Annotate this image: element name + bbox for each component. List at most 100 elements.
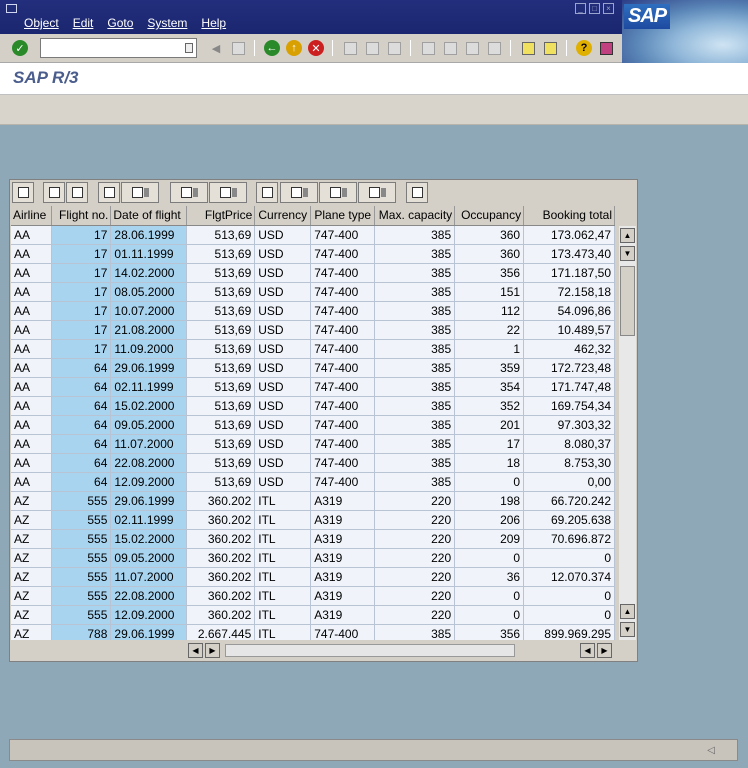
table-cell[interactable]: 198 [454, 491, 525, 511]
table-cell[interactable]: AA [11, 282, 53, 302]
table-cell[interactable]: 206 [454, 510, 525, 530]
table-cell[interactable]: USD [254, 434, 312, 454]
previous-page-icon[interactable] [441, 39, 459, 57]
table-cell[interactable]: 513,69 [186, 282, 256, 302]
table-cell[interactable]: 385 [374, 377, 456, 397]
table-cell[interactable]: 17 [51, 282, 112, 302]
table-cell[interactable]: 17 [454, 434, 525, 454]
table-cell[interactable]: 513,69 [186, 244, 256, 264]
table-cell[interactable]: 360.202 [186, 586, 256, 606]
column-header[interactable]: Flight no. [51, 206, 112, 226]
table-cell[interactable]: ITL [254, 548, 312, 568]
table-cell[interactable]: USD [254, 263, 312, 283]
print-icon[interactable] [341, 39, 359, 57]
table-cell[interactable]: 22.08.2000 [110, 586, 188, 606]
table-cell[interactable]: ITL [254, 510, 312, 530]
scroll-left-icon[interactable]: ◀ [580, 643, 595, 658]
horizontal-scrollbar[interactable]: ◀ ▶ ◀ ▶ [188, 642, 614, 659]
table-cell[interactable]: AA [11, 225, 53, 245]
table-cell[interactable]: A319 [310, 586, 376, 606]
create-session-icon[interactable] [519, 39, 537, 57]
table-cell[interactable]: 15.02.2000 [110, 396, 188, 416]
minimize-icon[interactable]: _ [575, 3, 586, 14]
table-cell[interactable]: USD [254, 415, 312, 435]
table-cell[interactable]: 385 [374, 624, 456, 640]
table-cell[interactable]: 220 [374, 548, 456, 568]
table-cell[interactable]: 747-400 [310, 415, 376, 435]
table-cell[interactable]: 8.080,37 [523, 434, 615, 454]
table-cell[interactable]: 513,69 [186, 396, 256, 416]
table-cell[interactable]: A319 [310, 510, 376, 530]
vertical-scrollbar[interactable]: ▲ ▼ ▲ ▼ [619, 226, 636, 640]
table-cell[interactable]: 0,00 [523, 472, 615, 492]
table-cell[interactable]: 555 [51, 605, 112, 625]
save-icon[interactable] [229, 39, 247, 57]
column-header[interactable]: FlgtPrice [186, 206, 256, 226]
table-row[interactable]: AZ 555 02.11.1999 360.202 ITL A319 220 206 69.20… [11, 510, 615, 530]
table-cell[interactable]: AA [11, 301, 53, 321]
table-cell[interactable]: 0 [454, 472, 525, 492]
table-cell[interactable]: 17 [51, 339, 112, 359]
table-cell[interactable]: 555 [51, 586, 112, 606]
scroll-down-icon[interactable]: ▼ [620, 622, 635, 637]
table-cell[interactable]: 22 [454, 320, 525, 340]
table-row[interactable]: AA 17 28.06.1999 513,69 USD 747-400 385 360 173.… [11, 225, 615, 245]
menu-item-goto[interactable]: Goto [107, 16, 133, 30]
menu-item-object[interactable]: Object [24, 16, 59, 30]
table-cell[interactable]: 747-400 [310, 624, 376, 640]
table-cell[interactable]: 354 [454, 377, 525, 397]
history-dropdown-icon[interactable] [185, 43, 193, 53]
table-cell[interactable]: 747-400 [310, 472, 376, 492]
table-cell[interactable]: AA [11, 377, 53, 397]
table-cell[interactable]: 64 [51, 377, 112, 397]
expand-icon[interactable]: ◀ [207, 39, 225, 57]
table-cell[interactable]: USD [254, 320, 312, 340]
table-cell[interactable]: 555 [51, 548, 112, 568]
table-cell[interactable]: 0 [454, 586, 525, 606]
table-cell[interactable]: 22.08.2000 [110, 453, 188, 473]
table-cell[interactable]: 747-400 [310, 301, 376, 321]
table-cell[interactable]: AZ [11, 586, 53, 606]
table-row[interactable]: AA 64 22.08.2000 513,69 USD 747-400 385 18 8.753… [11, 453, 615, 473]
table-cell[interactable]: 171.747,48 [523, 377, 615, 397]
table-row[interactable]: AZ 555 29.06.1999 360.202 ITL A319 220 198 66.72… [11, 491, 615, 511]
table-cell[interactable]: 356 [454, 263, 525, 283]
table-row[interactable]: AA 17 14.02.2000 513,69 USD 747-400 385 356 171.… [11, 263, 615, 283]
column-header[interactable]: Airline [11, 206, 53, 226]
shortcut-icon[interactable] [541, 39, 559, 57]
table-cell[interactable]: 220 [374, 586, 456, 606]
table-cell[interactable]: 12.09.2000 [110, 605, 188, 625]
table-cell[interactable]: 36 [454, 567, 525, 587]
table-cell[interactable]: 385 [374, 453, 456, 473]
table-cell[interactable]: AA [11, 339, 53, 359]
table-row[interactable]: AZ 555 15.02.2000 360.202 ITL A319 220 209 70.69… [11, 529, 615, 549]
table-cell[interactable]: 220 [374, 491, 456, 511]
print-preview-icon[interactable] [256, 182, 278, 203]
table-cell[interactable]: 385 [374, 225, 456, 245]
table-cell[interactable]: AA [11, 415, 53, 435]
table-cell[interactable]: AA [11, 320, 53, 340]
table-cell[interactable]: USD [254, 225, 312, 245]
table-row[interactable]: AA 17 21.08.2000 513,69 USD 747-400 385 22 10.48… [11, 320, 615, 340]
table-cell[interactable]: 08.05.2000 [110, 282, 188, 302]
table-cell[interactable]: 29.06.1999 [110, 358, 188, 378]
table-cell[interactable]: 385 [374, 282, 456, 302]
table-row[interactable]: AA 17 11.09.2000 513,69 USD 747-400 385 1 462,32 [11, 339, 615, 359]
layout-menu-icon[interactable] [597, 39, 615, 57]
table-cell[interactable]: 0 [454, 605, 525, 625]
table-cell[interactable]: 2.667.445 [186, 624, 256, 640]
column-header[interactable]: Booking total [523, 206, 615, 226]
table-cell[interactable]: 17 [51, 301, 112, 321]
column-header[interactable]: Max. capacity [374, 206, 456, 226]
table-cell[interactable]: 513,69 [186, 301, 256, 321]
table-cell[interactable]: 14.02.2000 [110, 263, 188, 283]
graphic-icon[interactable] [406, 182, 428, 203]
table-row[interactable]: AA 64 11.07.2000 513,69 USD 747-400 385 17 8.080… [11, 434, 615, 454]
table-cell[interactable]: USD [254, 453, 312, 473]
table-cell[interactable]: 385 [374, 320, 456, 340]
table-cell[interactable]: 220 [374, 529, 456, 549]
table-cell[interactable]: 64 [51, 358, 112, 378]
table-cell[interactable]: 209 [454, 529, 525, 549]
table-cell[interactable]: A319 [310, 605, 376, 625]
table-cell[interactable]: 201 [454, 415, 525, 435]
